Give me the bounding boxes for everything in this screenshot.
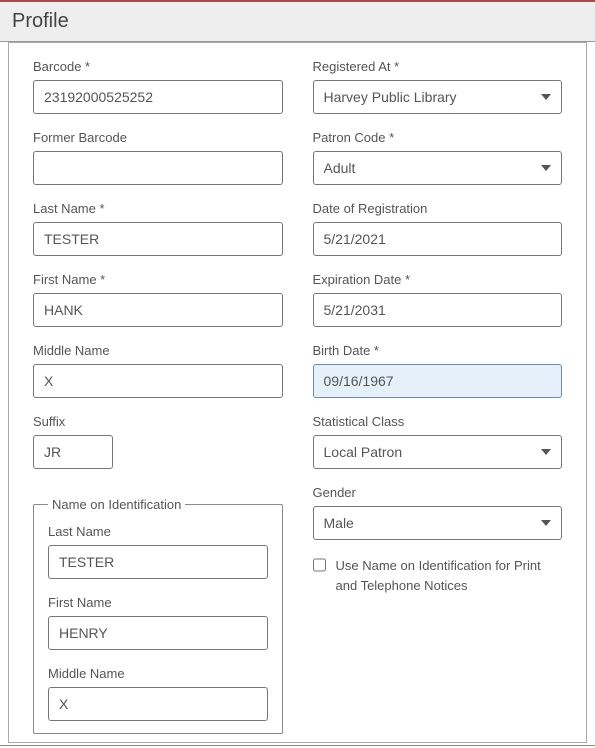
registered-at-field: Registered At * Harvey Public Library: [313, 59, 563, 114]
barcode-input[interactable]: [33, 80, 283, 114]
date-of-registration-field: Date of Registration: [313, 201, 563, 256]
date-of-registration-label: Date of Registration: [313, 201, 563, 216]
statistical-class-field: Statistical Class Local Patron: [313, 414, 563, 469]
former-barcode-field: Former Barcode: [33, 130, 283, 185]
name-on-identification-legend: Name on Identification: [48, 497, 185, 512]
id-first-name-field: First Name: [48, 595, 268, 650]
middle-name-label: Middle Name: [33, 343, 283, 358]
birth-date-input[interactable]: [313, 364, 563, 398]
profile-window: Profile Barcode * Former Barcode Last Na…: [0, 0, 595, 746]
form-columns: Barcode * Former Barcode Last Name * Fir…: [9, 43, 586, 742]
use-name-on-id-row: Use Name on Identification for Print and…: [313, 556, 563, 595]
suffix-field: Suffix: [33, 414, 283, 469]
gender-select[interactable]: Male: [313, 506, 563, 540]
id-first-name-input[interactable]: [48, 616, 268, 650]
registered-at-label: Registered At *: [313, 59, 563, 74]
statistical-class-label: Statistical Class: [313, 414, 563, 429]
first-name-label: First Name *: [33, 272, 283, 287]
registered-at-select[interactable]: Harvey Public Library: [313, 80, 563, 114]
expiration-date-label: Expiration Date *: [313, 272, 563, 287]
patron-code-select[interactable]: Adult: [313, 151, 563, 185]
middle-name-input[interactable]: [33, 364, 283, 398]
former-barcode-label: Former Barcode: [33, 130, 283, 145]
first-name-input[interactable]: [33, 293, 283, 327]
gender-label: Gender: [313, 485, 563, 500]
id-middle-name-field: Middle Name: [48, 666, 268, 721]
profile-panel: Barcode * Former Barcode Last Name * Fir…: [8, 42, 587, 743]
id-middle-name-label: Middle Name: [48, 666, 268, 681]
barcode-label: Barcode *: [33, 59, 283, 74]
suffix-label: Suffix: [33, 414, 283, 429]
id-first-name-label: First Name: [48, 595, 268, 610]
expiration-date-field: Expiration Date *: [313, 272, 563, 327]
expiration-date-input[interactable]: [313, 293, 563, 327]
id-last-name-input[interactable]: [48, 545, 268, 579]
id-last-name-field: Last Name: [48, 524, 268, 579]
last-name-field: Last Name *: [33, 201, 283, 256]
first-name-field: First Name *: [33, 272, 283, 327]
barcode-field: Barcode *: [33, 59, 283, 114]
middle-name-field: Middle Name: [33, 343, 283, 398]
use-name-on-id-label: Use Name on Identification for Print and…: [336, 556, 563, 595]
id-middle-name-input[interactable]: [48, 687, 268, 721]
former-barcode-input[interactable]: [33, 151, 283, 185]
birth-date-field: Birth Date *: [313, 343, 563, 398]
statistical-class-select[interactable]: Local Patron: [313, 435, 563, 469]
patron-code-label: Patron Code *: [313, 130, 563, 145]
panel-header: Profile: [0, 2, 595, 42]
right-column: Registered At * Harvey Public Library Pa…: [313, 59, 563, 734]
gender-field: Gender Male: [313, 485, 563, 540]
name-on-identification-group: Name on Identification Last Name First N…: [33, 497, 283, 734]
suffix-input[interactable]: [33, 435, 113, 469]
last-name-input[interactable]: [33, 222, 283, 256]
left-column: Barcode * Former Barcode Last Name * Fir…: [33, 59, 283, 734]
date-of-registration-input[interactable]: [313, 222, 563, 256]
page-title: Profile: [12, 10, 69, 32]
last-name-label: Last Name *: [33, 201, 283, 216]
use-name-on-id-checkbox[interactable]: [313, 558, 326, 572]
id-last-name-label: Last Name: [48, 524, 268, 539]
birth-date-label: Birth Date *: [313, 343, 563, 358]
patron-code-field: Patron Code * Adult: [313, 130, 563, 185]
